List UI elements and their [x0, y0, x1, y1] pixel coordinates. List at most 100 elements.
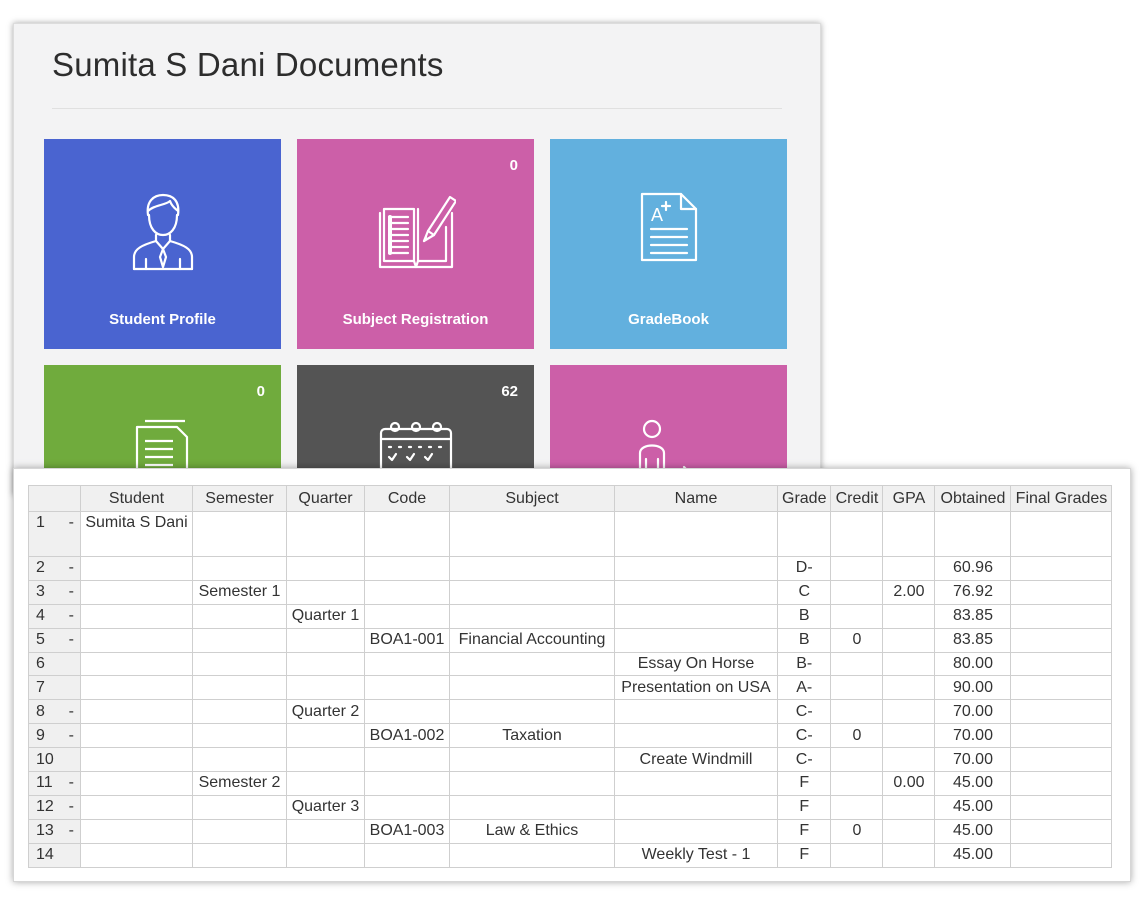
subject-cell [449, 675, 615, 701]
collapse-toggle[interactable]: - [69, 557, 76, 579]
collapse-toggle[interactable]: - [69, 513, 76, 535]
tile-label: Student Profile [109, 311, 216, 328]
obtained-cell: 45.00 [934, 818, 1012, 844]
grade-cell: C- [776, 723, 832, 749]
row-number-cell[interactable]: 11- [28, 771, 81, 796]
gpa-cell [882, 603, 936, 629]
grade-cell: B [776, 603, 832, 629]
gpa-cell [882, 794, 936, 820]
code-cell [364, 579, 450, 605]
row-number-cell[interactable]: 9- [28, 723, 81, 749]
grade-cell: F [776, 794, 832, 820]
table-header-row: Student Semester Quarter Code Subject Na… [28, 485, 1113, 512]
collapse-toggle[interactable]: - [69, 629, 76, 651]
semester-cell [192, 556, 287, 581]
table-row[interactable]: 6 Essay On Horse B- 80.00 [28, 651, 1113, 677]
name-cell [614, 556, 778, 581]
collapse-toggle[interactable]: - [69, 820, 76, 842]
semester-cell [192, 818, 287, 844]
row-number-cell[interactable]: 1- [28, 511, 81, 557]
collapse-toggle[interactable]: - [69, 605, 76, 627]
final-grade-cell [1010, 603, 1113, 629]
table-row[interactable]: 3- Semester 1 C 2.00 76.92 [28, 579, 1113, 605]
row-number-cell[interactable]: 4- [28, 603, 81, 629]
final-grade-cell [1010, 556, 1113, 581]
collapse-toggle[interactable]: - [69, 581, 76, 603]
row-number-cell: 7 [28, 675, 81, 701]
final-grade-cell [1010, 842, 1113, 868]
obtained-cell: 83.85 [934, 627, 1012, 653]
student-cell [80, 818, 193, 844]
gradebook-table-panel: Student Semester Quarter Code Subject Na… [13, 468, 1131, 882]
count-badge: 0 [256, 383, 265, 400]
collapse-toggle[interactable]: - [69, 796, 76, 818]
table-row[interactable]: 1- Sumita S Dani [28, 511, 1113, 557]
grade-cell: A- [776, 675, 832, 701]
table-row[interactable]: 4- Quarter 1 B 83.85 [28, 603, 1113, 629]
final-grade-cell [1010, 794, 1113, 820]
student-cell [80, 699, 193, 725]
credit-cell [830, 699, 884, 725]
student-cell [80, 627, 193, 653]
credit-cell: 0 [830, 723, 884, 749]
code-cell [364, 556, 450, 581]
table-row[interactable]: 11- Semester 2 F 0.00 45.00 [28, 771, 1113, 796]
quarter-cell: Quarter 3 [286, 794, 365, 820]
table-row[interactable]: 2- D- 60.96 [28, 556, 1113, 581]
column-header-gpa[interactable]: GPA [882, 485, 936, 512]
subject-cell [449, 699, 615, 725]
gpa-cell [882, 511, 936, 557]
tile-gradebook[interactable]: A GradeBook [550, 139, 787, 349]
column-header-quarter[interactable]: Quarter [286, 485, 365, 512]
tile-subject-registration[interactable]: 0 Subject Registration [297, 139, 534, 349]
row-number-cell[interactable]: 12- [28, 794, 81, 820]
table-row[interactable]: 8- Quarter 2 C- 70.00 [28, 699, 1113, 725]
table-row[interactable]: 7 Presentation on USA A- 90.00 [28, 675, 1113, 701]
tile-label: GradeBook [628, 311, 709, 328]
column-header-obtained[interactable]: Obtained [934, 485, 1012, 512]
collapse-toggle[interactable]: - [69, 773, 76, 795]
column-header-final-grades[interactable]: Final Grades [1010, 485, 1113, 512]
code-cell: BOA1-002 [364, 723, 450, 749]
column-header-semester[interactable]: Semester [192, 485, 287, 512]
column-header-name[interactable]: Name [614, 485, 778, 512]
table-row[interactable]: 5- BOA1-001 Financial Accounting B 0 83.… [28, 627, 1113, 653]
tile-student-profile[interactable]: Student Profile [44, 139, 281, 349]
row-number-cell[interactable]: 8- [28, 699, 81, 725]
obtained-cell: 80.00 [934, 651, 1012, 677]
page-title: Sumita S Dani Documents [52, 46, 444, 83]
gpa-cell [882, 699, 936, 725]
name-cell [614, 699, 778, 725]
grade-cell [776, 511, 832, 557]
grade-cell: F [776, 818, 832, 844]
collapse-toggle[interactable]: - [69, 725, 76, 747]
table-row[interactable]: 14 Weekly Test - 1 F 45.00 [28, 842, 1113, 868]
row-number-cell[interactable]: 3- [28, 579, 81, 605]
table-row[interactable]: 10 Create Windmill C- 70.00 [28, 747, 1113, 773]
semester-cell [192, 723, 287, 749]
row-number-cell[interactable]: 5- [28, 627, 81, 653]
column-header-student[interactable]: Student [80, 485, 193, 512]
table-row[interactable]: 13- BOA1-003 Law & Ethics F 0 45.00 [28, 818, 1113, 844]
quarter-cell [286, 771, 365, 796]
row-number-cell[interactable]: 13- [28, 818, 81, 844]
column-header-grade[interactable]: Grade [776, 485, 832, 512]
gpa-cell [882, 556, 936, 581]
subject-cell: Law & Ethics [449, 818, 615, 844]
row-number: 1 [36, 514, 45, 531]
name-cell: Essay On Horse [614, 651, 778, 677]
grade-cell: F [776, 842, 832, 868]
column-header-code[interactable]: Code [364, 485, 450, 512]
code-cell [364, 771, 450, 796]
code-cell [364, 603, 450, 629]
table-row[interactable]: 9- BOA1-002 Taxation C- 0 70.00 [28, 723, 1113, 749]
row-number: 13 [36, 822, 54, 840]
column-header-credit[interactable]: Credit [830, 485, 884, 512]
column-header-subject[interactable]: Subject [449, 485, 615, 512]
row-number-cell[interactable]: 2- [28, 556, 81, 581]
subject-cell [449, 511, 615, 557]
table-row[interactable]: 12- Quarter 3 F 45.00 [28, 794, 1113, 820]
collapse-toggle[interactable]: - [69, 701, 76, 723]
semester-cell [192, 747, 287, 773]
credit-cell [830, 651, 884, 677]
